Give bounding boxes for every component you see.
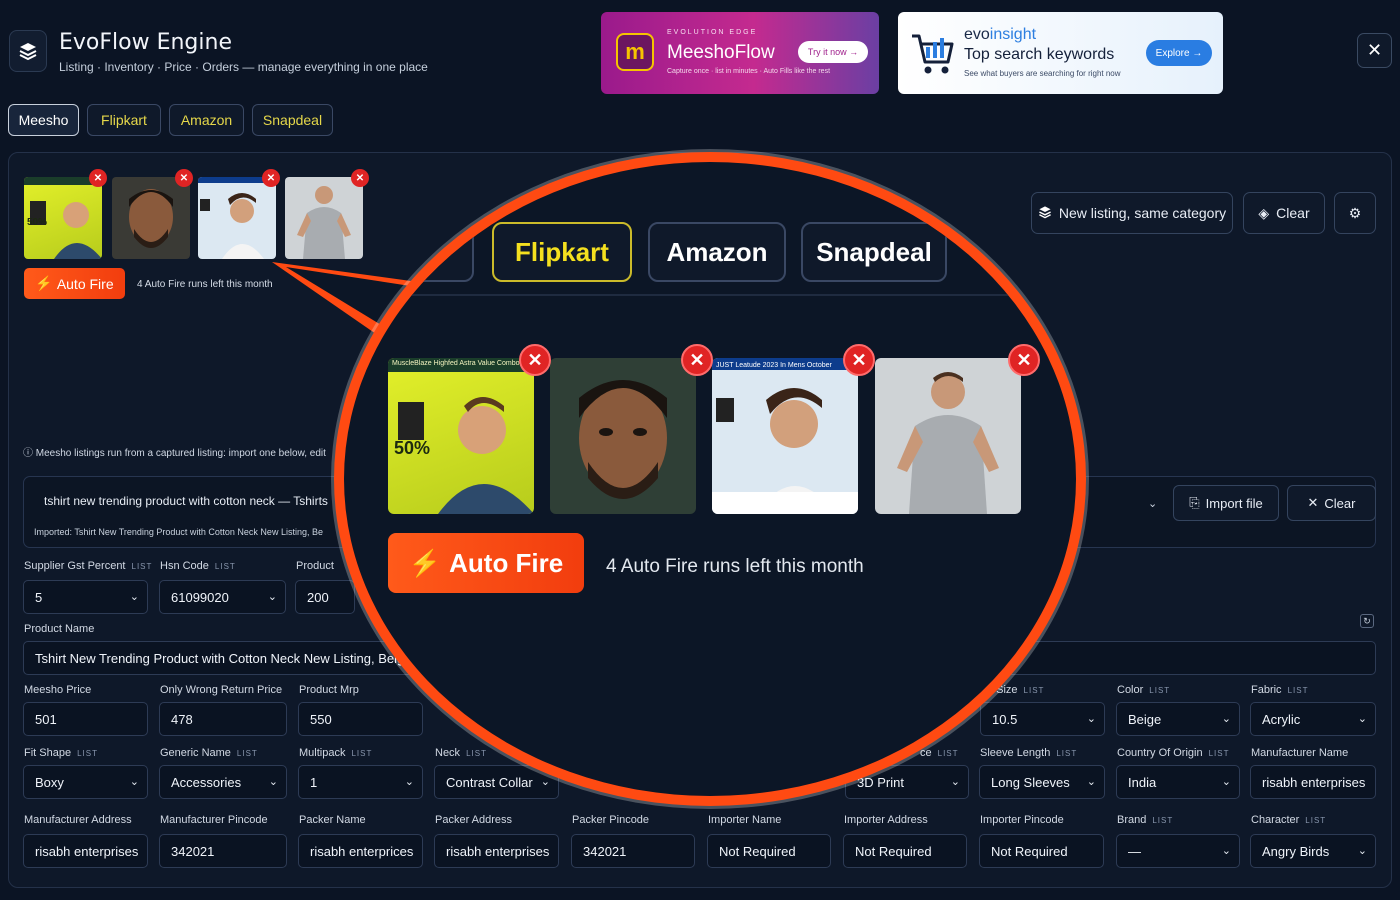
remove-image-icon: ✕ (1008, 344, 1040, 376)
product-image-thumbnail: MuscleBlaze Highfed Astra Value Combo 50… (388, 358, 534, 514)
remove-image-icon: ✕ (519, 344, 551, 376)
product-image-thumbnail (550, 358, 696, 514)
auto-fire-button: ⚡ Auto Fire (388, 533, 584, 593)
auto-fire-runs-note: 4 Auto Fire runs left this month (606, 556, 864, 577)
tab-snapdeal: Snapdeal (801, 222, 947, 282)
remove-image-icon: ✕ (843, 344, 875, 376)
product-image-thumbnail: JUST Leatude 2023 In Mens October (712, 358, 858, 514)
lightning-icon: ⚡ (408, 547, 442, 578)
product-image-thumbnail (875, 358, 1021, 514)
tab-amazon: Amazon (648, 222, 786, 282)
remove-image-icon: ✕ (681, 344, 713, 376)
magnifier-callout: Flipkart Amazon Snapdeal MuscleBlaze Hig… (334, 152, 1086, 806)
tab-meesho (344, 222, 474, 282)
divider (344, 294, 1076, 296)
tab-flipkart: Flipkart (492, 222, 632, 282)
